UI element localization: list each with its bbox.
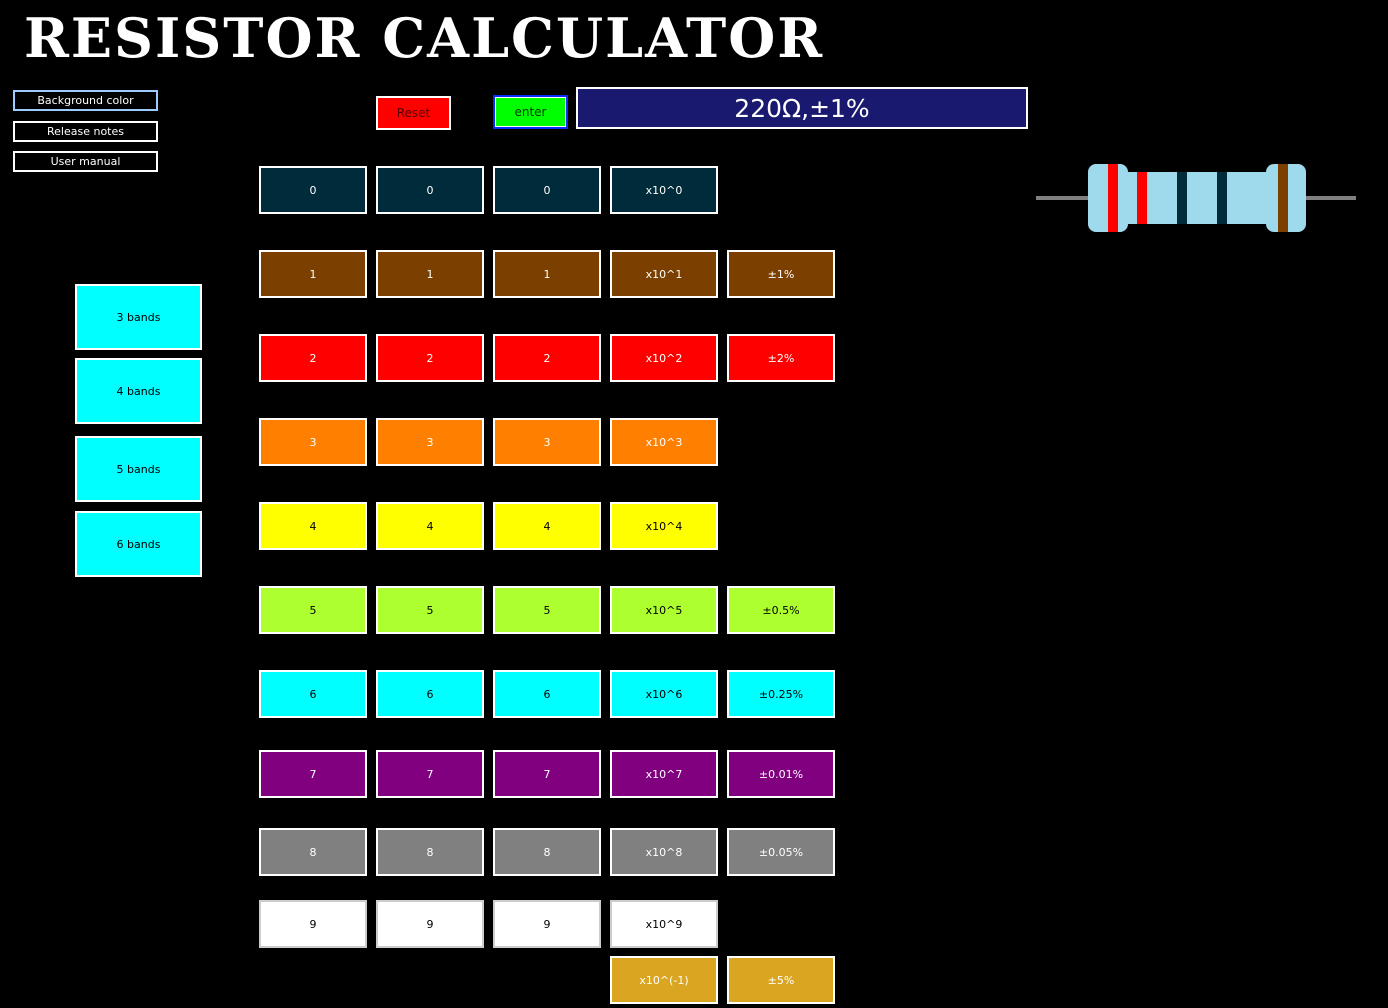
yellow-digit1-button[interactable]: 4: [259, 502, 367, 550]
resistor-band-1: [1108, 164, 1118, 232]
brown-digit2-button[interactable]: 1: [376, 250, 484, 298]
gray-tolerance-button[interactable]: ±0.05%: [727, 828, 835, 876]
orange-digit3-button[interactable]: 3: [493, 418, 601, 466]
yellow-digit3-button[interactable]: 4: [493, 502, 601, 550]
gold-multiplier-button[interactable]: x10^(-1): [610, 956, 718, 1004]
release-notes-button[interactable]: Release notes: [13, 121, 158, 142]
background-color-button[interactable]: Background color: [13, 90, 158, 111]
violet-tolerance-button[interactable]: ±0.01%: [727, 750, 835, 798]
black-digit2-button[interactable]: 0: [376, 166, 484, 214]
orange-multiplier-button[interactable]: x10^3: [610, 418, 718, 466]
red-digit1-button[interactable]: 2: [259, 334, 367, 382]
blue-tolerance-button[interactable]: ±0.25%: [727, 670, 835, 718]
app-title: RESISTOR CALCULATOR: [24, 6, 825, 70]
four-bands-button[interactable]: 4 bands: [75, 358, 202, 424]
result-display: 220Ω,±1%: [576, 87, 1028, 129]
black-multiplier-button[interactable]: x10^0: [610, 166, 718, 214]
resistor-band-3: [1177, 172, 1187, 224]
resistor-band-2: [1137, 172, 1147, 224]
brown-digit3-button[interactable]: 1: [493, 250, 601, 298]
gold-tolerance-button[interactable]: ±5%: [727, 956, 835, 1004]
resistor-preview: [1036, 164, 1356, 232]
violet-digit2-button[interactable]: 7: [376, 750, 484, 798]
green-tolerance-button[interactable]: ±0.5%: [727, 586, 835, 634]
resistor-band-4: [1217, 172, 1227, 224]
green-digit2-button[interactable]: 5: [376, 586, 484, 634]
blue-digit2-button[interactable]: 6: [376, 670, 484, 718]
black-digit3-button[interactable]: 0: [493, 166, 601, 214]
gray-multiplier-button[interactable]: x10^8: [610, 828, 718, 876]
user-manual-button[interactable]: User manual: [13, 151, 158, 172]
white-digit2-button[interactable]: 9: [376, 900, 484, 948]
gray-digit1-button[interactable]: 8: [259, 828, 367, 876]
white-digit1-button[interactable]: 9: [259, 900, 367, 948]
three-bands-button[interactable]: 3 bands: [75, 284, 202, 350]
violet-digit3-button[interactable]: 7: [493, 750, 601, 798]
five-bands-button[interactable]: 5 bands: [75, 436, 202, 502]
brown-digit1-button[interactable]: 1: [259, 250, 367, 298]
white-digit3-button[interactable]: 9: [493, 900, 601, 948]
blue-digit1-button[interactable]: 6: [259, 670, 367, 718]
blue-digit3-button[interactable]: 6: [493, 670, 601, 718]
gray-digit2-button[interactable]: 8: [376, 828, 484, 876]
black-digit1-button[interactable]: 0: [259, 166, 367, 214]
brown-multiplier-button[interactable]: x10^1: [610, 250, 718, 298]
red-tolerance-button[interactable]: ±2%: [727, 334, 835, 382]
red-digit2-button[interactable]: 2: [376, 334, 484, 382]
red-multiplier-button[interactable]: x10^2: [610, 334, 718, 382]
yellow-digit2-button[interactable]: 4: [376, 502, 484, 550]
six-bands-button[interactable]: 6 bands: [75, 511, 202, 577]
resistor-band-5: [1278, 164, 1288, 232]
red-digit3-button[interactable]: 2: [493, 334, 601, 382]
blue-multiplier-button[interactable]: x10^6: [610, 670, 718, 718]
enter-button[interactable]: enter: [493, 95, 568, 129]
yellow-multiplier-button[interactable]: x10^4: [610, 502, 718, 550]
gray-digit3-button[interactable]: 8: [493, 828, 601, 876]
brown-tolerance-button[interactable]: ±1%: [727, 250, 835, 298]
reset-button[interactable]: Reset: [376, 96, 451, 130]
violet-digit1-button[interactable]: 7: [259, 750, 367, 798]
orange-digit2-button[interactable]: 3: [376, 418, 484, 466]
green-multiplier-button[interactable]: x10^5: [610, 586, 718, 634]
violet-multiplier-button[interactable]: x10^7: [610, 750, 718, 798]
white-multiplier-button[interactable]: x10^9: [610, 900, 718, 948]
green-digit3-button[interactable]: 5: [493, 586, 601, 634]
green-digit1-button[interactable]: 5: [259, 586, 367, 634]
orange-digit1-button[interactable]: 3: [259, 418, 367, 466]
